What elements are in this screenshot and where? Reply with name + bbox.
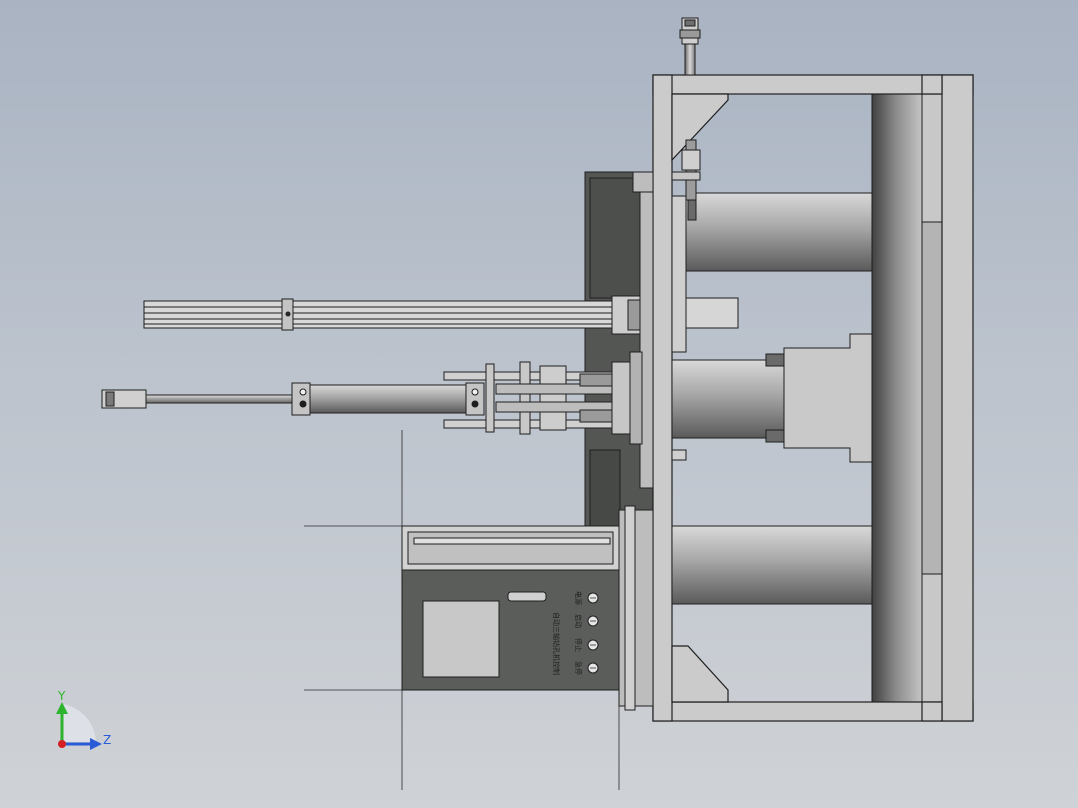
cylinder-middle[interactable]	[671, 333, 873, 463]
panel-display	[422, 600, 500, 678]
panel-button-label: 电源	[574, 591, 583, 605]
cylinder-bottom[interactable]	[671, 525, 873, 605]
panel-button-label: 停止	[574, 638, 583, 652]
panel-title: 自动三轴钻孔机控制	[552, 612, 561, 675]
upper-guide-rods[interactable]	[143, 295, 641, 335]
axis-y-label: Y	[57, 689, 66, 703]
panel-handle[interactable]	[507, 591, 547, 602]
axis-z-label: Z	[103, 733, 111, 747]
panel-button-label: 启动	[574, 614, 583, 628]
drill-cylinder[interactable]	[101, 382, 485, 416]
rotary-disk[interactable]	[871, 93, 943, 703]
cylinder-top[interactable]	[685, 192, 873, 272]
cad-viewport[interactable]: 电源启动停止急停 自动三轴钻孔机控制 Y Z	[0, 0, 1078, 808]
axis-triad: Y Z	[56, 689, 111, 750]
panel-button-label: 急停	[574, 661, 583, 675]
